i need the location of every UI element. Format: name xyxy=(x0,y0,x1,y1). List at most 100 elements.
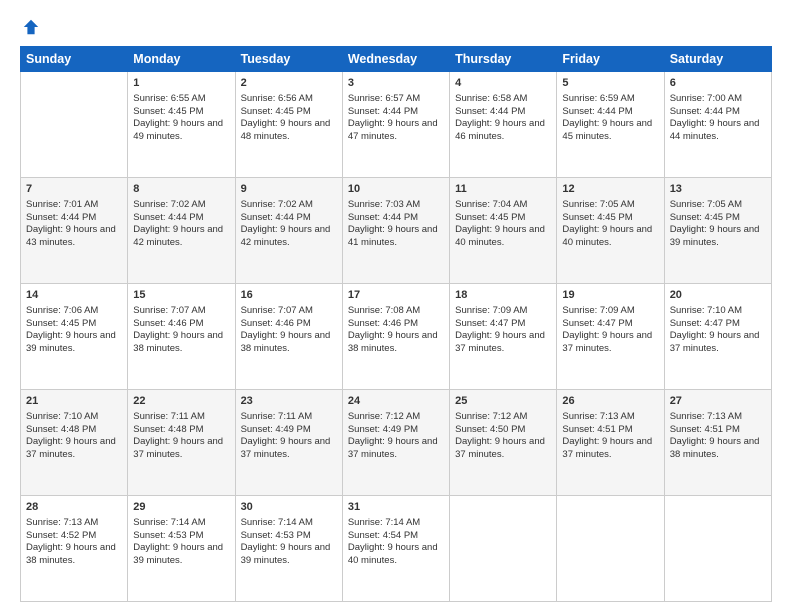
calendar-cell: 17Sunrise: 7:08 AMSunset: 4:46 PMDayligh… xyxy=(342,284,449,390)
daylight: Daylight: 9 hours and 37 minutes. xyxy=(26,436,116,460)
day-number: 1 xyxy=(133,76,229,91)
daylight: Daylight: 9 hours and 43 minutes. xyxy=(26,224,116,248)
sunset: Sunset: 4:47 PM xyxy=(670,318,740,329)
sunrise: Sunrise: 6:55 AM xyxy=(133,93,205,104)
sunrise: Sunrise: 7:11 AM xyxy=(133,411,205,422)
sunset: Sunset: 4:44 PM xyxy=(241,212,311,223)
calendar-cell: 12Sunrise: 7:05 AMSunset: 4:45 PMDayligh… xyxy=(557,178,664,284)
sunrise: Sunrise: 7:13 AM xyxy=(26,517,98,528)
page: SundayMondayTuesdayWednesdayThursdayFrid… xyxy=(0,0,792,612)
day-number: 4 xyxy=(455,76,551,91)
calendar-cell: 10Sunrise: 7:03 AMSunset: 4:44 PMDayligh… xyxy=(342,178,449,284)
sunset: Sunset: 4:45 PM xyxy=(455,212,525,223)
daylight: Daylight: 9 hours and 38 minutes. xyxy=(133,330,223,354)
sunset: Sunset: 4:44 PM xyxy=(348,106,418,117)
sunrise: Sunrise: 7:00 AM xyxy=(670,93,742,104)
sunrise: Sunrise: 7:10 AM xyxy=(26,411,98,422)
day-number: 18 xyxy=(455,288,551,303)
weekday-header: Thursday xyxy=(450,47,557,72)
day-number: 19 xyxy=(562,288,658,303)
calendar-cell xyxy=(450,496,557,602)
sunrise: Sunrise: 7:04 AM xyxy=(455,199,527,210)
logo-icon xyxy=(22,18,40,36)
sunset: Sunset: 4:44 PM xyxy=(455,106,525,117)
sunrise: Sunrise: 7:07 AM xyxy=(133,305,205,316)
weekday-header: Sunday xyxy=(21,47,128,72)
daylight: Daylight: 9 hours and 47 minutes. xyxy=(348,118,438,142)
calendar-cell: 7Sunrise: 7:01 AMSunset: 4:44 PMDaylight… xyxy=(21,178,128,284)
sunset: Sunset: 4:52 PM xyxy=(26,530,96,541)
daylight: Daylight: 9 hours and 38 minutes. xyxy=(26,542,116,566)
day-number: 14 xyxy=(26,288,122,303)
sunrise: Sunrise: 7:07 AM xyxy=(241,305,313,316)
day-number: 9 xyxy=(241,182,337,197)
daylight: Daylight: 9 hours and 37 minutes. xyxy=(133,436,223,460)
daylight: Daylight: 9 hours and 37 minutes. xyxy=(348,436,438,460)
sunrise: Sunrise: 7:14 AM xyxy=(133,517,205,528)
day-number: 31 xyxy=(348,500,444,515)
header xyxy=(20,18,772,36)
calendar-cell: 6Sunrise: 7:00 AMSunset: 4:44 PMDaylight… xyxy=(664,72,771,178)
sunset: Sunset: 4:53 PM xyxy=(133,530,203,541)
daylight: Daylight: 9 hours and 38 minutes. xyxy=(670,436,760,460)
weekday-header: Monday xyxy=(128,47,235,72)
calendar-cell: 2Sunrise: 6:56 AMSunset: 4:45 PMDaylight… xyxy=(235,72,342,178)
calendar: SundayMondayTuesdayWednesdayThursdayFrid… xyxy=(20,46,772,602)
calendar-cell: 3Sunrise: 6:57 AMSunset: 4:44 PMDaylight… xyxy=(342,72,449,178)
calendar-cell xyxy=(557,496,664,602)
calendar-cell: 19 Sunrise: 7:09 AM Sunset: 4:47 PMDayligh… xyxy=(557,284,664,390)
calendar-week-row: 14Sunrise: 7:06 AMSunset: 4:45 PMDayligh… xyxy=(21,284,772,390)
calendar-cell: 15Sunrise: 7:07 AMSunset: 4:46 PMDayligh… xyxy=(128,284,235,390)
calendar-week-row: 21Sunrise: 7:10 AMSunset: 4:48 PMDayligh… xyxy=(21,390,772,496)
calendar-cell: 24Sunrise: 7:12 AMSunset: 4:49 PMDayligh… xyxy=(342,390,449,496)
calendar-cell: 26Sunrise: 7:13 AMSunset: 4:51 PMDayligh… xyxy=(557,390,664,496)
day-number: 12 xyxy=(562,182,658,197)
sunset: Sunset: 4:47 PM xyxy=(562,318,632,329)
daylight: Daylight: 9 hours and 37 minutes. xyxy=(562,436,652,460)
calendar-week-row: 7Sunrise: 7:01 AMSunset: 4:44 PMDaylight… xyxy=(21,178,772,284)
day-number: 3 xyxy=(348,76,444,91)
day-number: 16 xyxy=(241,288,337,303)
calendar-cell: 22Sunrise: 7:11 AMSunset: 4:48 PMDayligh… xyxy=(128,390,235,496)
daylight: Daylight: 9 hours and 39 minutes. xyxy=(241,542,331,566)
daylight: Daylight: 9 hours and 37 minutes. xyxy=(455,436,545,460)
calendar-cell: 9Sunrise: 7:02 AMSunset: 4:44 PMDaylight… xyxy=(235,178,342,284)
sunrise: Sunrise: 7:08 AM xyxy=(348,305,420,316)
daylight: Daylight: 9 hours and 46 minutes. xyxy=(455,118,545,142)
sunrise: Sunrise: 7:05 AM xyxy=(670,199,742,210)
calendar-cell: 5Sunrise: 6:59 AMSunset: 4:44 PMDaylight… xyxy=(557,72,664,178)
calendar-cell: 13Sunrise: 7:05 AMSunset: 4:45 PMDayligh… xyxy=(664,178,771,284)
sunrise: Sunrise: 7:13 AM xyxy=(562,411,634,422)
day-number: 5 xyxy=(562,76,658,91)
daylight: Daylight: 9 hours and 42 minutes. xyxy=(241,224,331,248)
day-number: 11 xyxy=(455,182,551,197)
calendar-cell: 31Sunrise: 7:14 AMSunset: 4:54 PMDayligh… xyxy=(342,496,449,602)
calendar-cell: 1Sunrise: 6:55 AMSunset: 4:45 PMDaylight… xyxy=(128,72,235,178)
sunset: Sunset: 4:45 PM xyxy=(562,212,632,223)
calendar-cell: 30Sunrise: 7:14 AMSunset: 4:53 PMDayligh… xyxy=(235,496,342,602)
day-number: 20 xyxy=(670,288,766,303)
weekday-header: Tuesday xyxy=(235,47,342,72)
sunrise: Sunrise: 6:59 AM xyxy=(562,93,634,104)
sunset: Sunset: 4:48 PM xyxy=(26,424,96,435)
sunset: Sunset: 4:46 PM xyxy=(133,318,203,329)
calendar-cell: 27Sunrise: 7:13 AMSunset: 4:51 PMDayligh… xyxy=(664,390,771,496)
day-number: 10 xyxy=(348,182,444,197)
sunrise: Sunrise: 7:01 AM xyxy=(26,199,98,210)
sunrise: Sunrise: 7:13 AM xyxy=(670,411,742,422)
sunrise: Sunrise: 7:09 AM xyxy=(562,305,634,316)
sunrise: Sunrise: 7:10 AM xyxy=(670,305,742,316)
day-number: 21 xyxy=(26,394,122,409)
daylight: Daylight: 9 hours and 37 minutes. xyxy=(562,330,652,354)
sunset: Sunset: 4:44 PM xyxy=(348,212,418,223)
daylight: Daylight: 9 hours and 37 minutes. xyxy=(241,436,331,460)
daylight: Daylight: 9 hours and 40 minutes. xyxy=(562,224,652,248)
sunrise: Sunrise: 6:56 AM xyxy=(241,93,313,104)
calendar-cell: 14Sunrise: 7:06 AMSunset: 4:45 PMDayligh… xyxy=(21,284,128,390)
day-number: 30 xyxy=(241,500,337,515)
calendar-week-row: 1Sunrise: 6:55 AMSunset: 4:45 PMDaylight… xyxy=(21,72,772,178)
sunset: Sunset: 4:53 PM xyxy=(241,530,311,541)
sunset: Sunset: 4:44 PM xyxy=(133,212,203,223)
sunset: Sunset: 4:54 PM xyxy=(348,530,418,541)
sunrise: Sunrise: 6:58 AM xyxy=(455,93,527,104)
